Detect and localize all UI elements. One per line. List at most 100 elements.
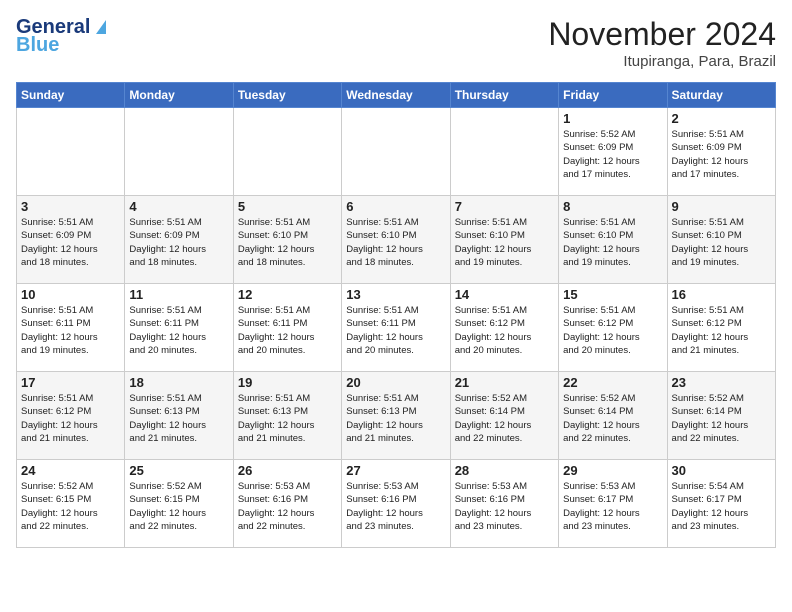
day-number: 14 — [455, 287, 554, 302]
calendar-cell: 27 Sunrise: 5:53 AMSunset: 6:16 PMDayligh… — [342, 460, 450, 548]
day-info: Sunrise: 5:52 AMSunset: 6:09 PMDaylight:… — [563, 128, 662, 181]
day-info: Sunrise: 5:51 AMSunset: 6:11 PMDaylight:… — [346, 304, 445, 357]
day-number: 11 — [129, 287, 228, 302]
day-number: 15 — [563, 287, 662, 302]
calendar-week-5: 24 Sunrise: 5:52 AMSunset: 6:15 PMDayligh… — [17, 460, 776, 548]
day-number: 27 — [346, 463, 445, 478]
calendar-header: SundayMondayTuesdayWednesdayThursdayFrid… — [17, 83, 776, 108]
calendar-cell: 18 Sunrise: 5:51 AMSunset: 6:13 PMDayligh… — [125, 372, 233, 460]
day-number: 13 — [346, 287, 445, 302]
day-info: Sunrise: 5:51 AMSunset: 6:12 PMDaylight:… — [455, 304, 554, 357]
day-number: 21 — [455, 375, 554, 390]
weekday-saturday: Saturday — [667, 83, 775, 108]
calendar-cell: 7 Sunrise: 5:51 AMSunset: 6:10 PMDaylight… — [450, 196, 558, 284]
calendar-week-2: 3 Sunrise: 5:51 AMSunset: 6:09 PMDaylight… — [17, 196, 776, 284]
weekday-friday: Friday — [559, 83, 667, 108]
day-info: Sunrise: 5:52 AMSunset: 6:15 PMDaylight:… — [21, 480, 120, 533]
calendar-cell: 6Sunrise: 5:51 AMSunset: 6:10 PMDaylight… — [342, 196, 450, 284]
day-info: Sunrise: 5:51 AMSunset: 6:10 PMDaylight:… — [346, 216, 445, 269]
day-info: Sunrise: 5:52 AMSunset: 6:14 PMDaylight:… — [672, 392, 771, 445]
day-info: Sunrise: 5:51 AMSunset: 6:12 PMDaylight:… — [672, 304, 771, 357]
day-number: 3 — [21, 199, 120, 214]
day-info: Sunrise: 5:51 AMSunset: 6:10 PMDaylight:… — [238, 216, 337, 269]
day-info: Sunrise: 5:51 AMSunset: 6:10 PMDaylight:… — [563, 216, 662, 269]
calendar-cell: 4Sunrise: 5:51 AMSunset: 6:09 PMDaylight… — [125, 196, 233, 284]
calendar-cell: 2 Sunrise: 5:51 AMSunset: 6:09 PMDaylight… — [667, 108, 775, 196]
calendar-cell: 9Sunrise: 5:51 AMSunset: 6:10 PMDaylight… — [667, 196, 775, 284]
day-info: Sunrise: 5:51 AMSunset: 6:10 PMDaylight:… — [672, 216, 771, 269]
day-info: Sunrise: 5:51 AMSunset: 6:13 PMDaylight:… — [129, 392, 228, 445]
calendar-week-1: 1 Sunrise: 5:52 AMSunset: 6:09 PMDaylight… — [17, 108, 776, 196]
day-info: Sunrise: 5:51 AMSunset: 6:12 PMDaylight:… — [563, 304, 662, 357]
calendar-cell: 19 Sunrise: 5:51 AMSunset: 6:13 PMDayligh… — [233, 372, 341, 460]
day-info: Sunrise: 5:53 AMSunset: 6:16 PMDaylight:… — [455, 480, 554, 533]
day-info: Sunrise: 5:51 AMSunset: 6:10 PMDaylight:… — [455, 216, 554, 269]
day-number: 4 — [129, 199, 228, 214]
day-info: Sunrise: 5:52 AMSunset: 6:14 PMDaylight:… — [563, 392, 662, 445]
day-number: 1 — [563, 111, 662, 126]
weekday-header-row: SundayMondayTuesdayWednesdayThursdayFrid… — [17, 83, 776, 108]
day-info: Sunrise: 5:53 AMSunset: 6:16 PMDaylight:… — [346, 480, 445, 533]
day-info: Sunrise: 5:51 AMSunset: 6:12 PMDaylight:… — [21, 392, 120, 445]
month-title: November 2024 — [548, 16, 776, 53]
day-number: 30 — [672, 463, 771, 478]
title-block: November 2024 Itupiranga, Para, Brazil — [548, 16, 776, 70]
day-number: 20 — [346, 375, 445, 390]
calendar-cell: 8 Sunrise: 5:51 AMSunset: 6:10 PMDaylight… — [559, 196, 667, 284]
calendar-cell: 29Sunrise: 5:53 AMSunset: 6:17 PMDayligh… — [559, 460, 667, 548]
day-number: 24 — [21, 463, 120, 478]
day-number: 18 — [129, 375, 228, 390]
day-number: 2 — [672, 111, 771, 126]
calendar-cell — [233, 108, 341, 196]
calendar-cell: 26 Sunrise: 5:53 AMSunset: 6:16 PMDayligh… — [233, 460, 341, 548]
calendar-table: SundayMondayTuesdayWednesdayThursdayFrid… — [16, 82, 776, 548]
calendar-cell: 15 Sunrise: 5:51 AMSunset: 6:12 PMDayligh… — [559, 284, 667, 372]
day-number: 19 — [238, 375, 337, 390]
calendar-cell: 3 Sunrise: 5:51 AMSunset: 6:09 PMDaylight… — [17, 196, 125, 284]
weekday-sunday: Sunday — [17, 83, 125, 108]
day-number: 22 — [563, 375, 662, 390]
calendar-cell: 23Sunrise: 5:52 AMSunset: 6:14 PMDayligh… — [667, 372, 775, 460]
calendar-cell: 17 Sunrise: 5:51 AMSunset: 6:12 PMDayligh… — [17, 372, 125, 460]
day-number: 17 — [21, 375, 120, 390]
calendar-cell: 16Sunrise: 5:51 AMSunset: 6:12 PMDayligh… — [667, 284, 775, 372]
day-info: Sunrise: 5:53 AMSunset: 6:16 PMDaylight:… — [238, 480, 337, 533]
calendar-cell: 24 Sunrise: 5:52 AMSunset: 6:15 PMDayligh… — [17, 460, 125, 548]
calendar-cell: 20 Sunrise: 5:51 AMSunset: 6:13 PMDayligh… — [342, 372, 450, 460]
calendar-cell — [125, 108, 233, 196]
day-number: 12 — [238, 287, 337, 302]
calendar-cell: 14 Sunrise: 5:51 AMSunset: 6:12 PMDayligh… — [450, 284, 558, 372]
day-info: Sunrise: 5:51 AMSunset: 6:09 PMDaylight:… — [672, 128, 771, 181]
calendar-week-3: 10Sunrise: 5:51 AMSunset: 6:11 PMDayligh… — [17, 284, 776, 372]
logo-blue: Blue — [16, 34, 114, 56]
day-info: Sunrise: 5:51 AMSunset: 6:11 PMDaylight:… — [129, 304, 228, 357]
day-info: Sunrise: 5:51 AMSunset: 6:11 PMDaylight:… — [238, 304, 337, 357]
calendar-cell: 10Sunrise: 5:51 AMSunset: 6:11 PMDayligh… — [17, 284, 125, 372]
day-number: 25 — [129, 463, 228, 478]
weekday-tuesday: Tuesday — [233, 83, 341, 108]
calendar-cell: 30 Sunrise: 5:54 AMSunset: 6:17 PMDayligh… — [667, 460, 775, 548]
day-info: Sunrise: 5:51 AMSunset: 6:09 PMDaylight:… — [21, 216, 120, 269]
day-info: Sunrise: 5:52 AMSunset: 6:14 PMDaylight:… — [455, 392, 554, 445]
calendar-cell: 5 Sunrise: 5:51 AMSunset: 6:10 PMDaylight… — [233, 196, 341, 284]
calendar-cell: 12 Sunrise: 5:51 AMSunset: 6:11 PMDayligh… — [233, 284, 341, 372]
calendar-cell — [450, 108, 558, 196]
calendar-cell — [342, 108, 450, 196]
day-number: 26 — [238, 463, 337, 478]
day-info: Sunrise: 5:51 AMSunset: 6:11 PMDaylight:… — [21, 304, 120, 357]
weekday-monday: Monday — [125, 83, 233, 108]
day-info: Sunrise: 5:51 AMSunset: 6:13 PMDaylight:… — [238, 392, 337, 445]
day-number: 7 — [455, 199, 554, 214]
logo: General Blue — [16, 16, 114, 56]
calendar-cell: 28Sunrise: 5:53 AMSunset: 6:16 PMDayligh… — [450, 460, 558, 548]
calendar-cell: 25 Sunrise: 5:52 AMSunset: 6:15 PMDayligh… — [125, 460, 233, 548]
day-number: 8 — [563, 199, 662, 214]
day-info: Sunrise: 5:52 AMSunset: 6:15 PMDaylight:… — [129, 480, 228, 533]
day-info: Sunrise: 5:54 AMSunset: 6:17 PMDaylight:… — [672, 480, 771, 533]
calendar-cell: 22 Sunrise: 5:52 AMSunset: 6:14 PMDayligh… — [559, 372, 667, 460]
page-header: General Blue November 2024 Itupiranga, P… — [16, 16, 776, 70]
day-number: 5 — [238, 199, 337, 214]
calendar-cell: 1 Sunrise: 5:52 AMSunset: 6:09 PMDaylight… — [559, 108, 667, 196]
calendar-cell: 21 Sunrise: 5:52 AMSunset: 6:14 PMDayligh… — [450, 372, 558, 460]
day-info: Sunrise: 5:51 AMSunset: 6:13 PMDaylight:… — [346, 392, 445, 445]
